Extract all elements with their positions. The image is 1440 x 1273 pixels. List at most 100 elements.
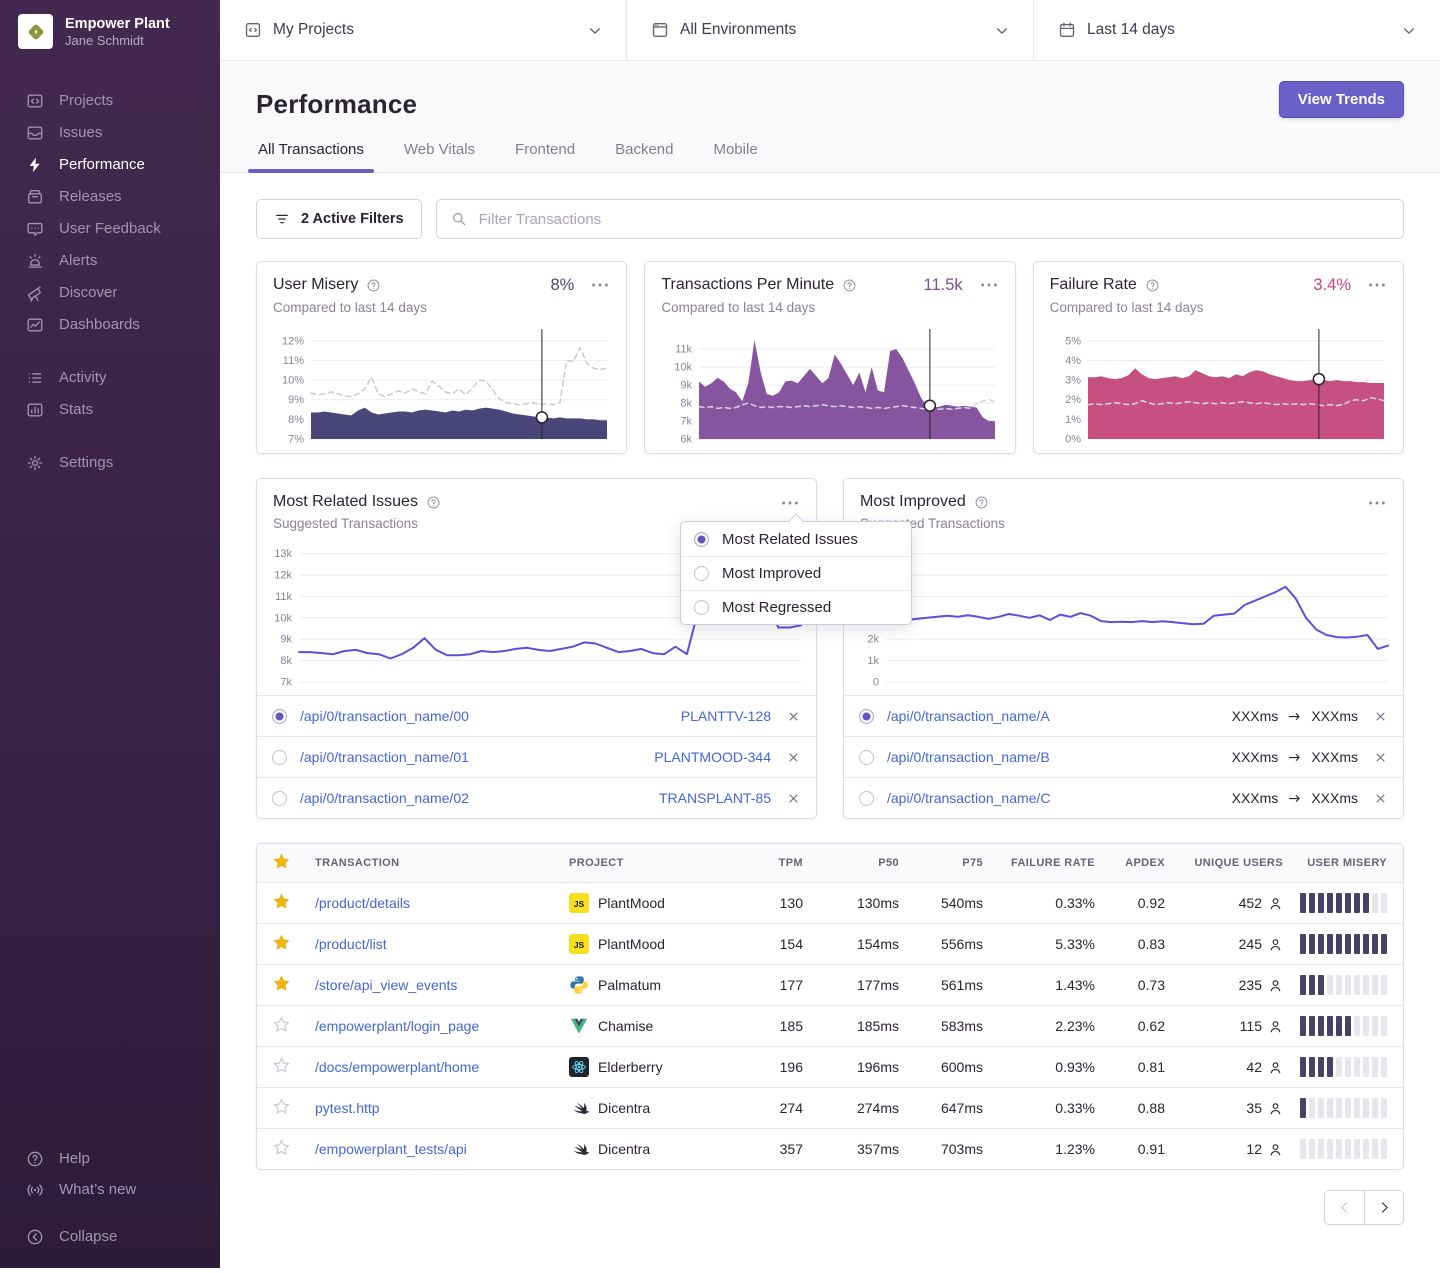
transaction-link[interactable]: /api/0/transaction_name/02 — [300, 790, 469, 806]
star-filled-icon[interactable] — [273, 893, 290, 910]
column-header: Failure Rate — [983, 857, 1095, 869]
transaction-link[interactable]: /api/0/transaction_name/00 — [300, 708, 469, 724]
sidebar-item-whats-new[interactable]: What’s new — [0, 1174, 220, 1205]
dismiss-button[interactable] — [786, 791, 801, 806]
tab-web-vitals[interactable]: Web Vitals — [402, 141, 477, 172]
help-icon[interactable] — [974, 495, 989, 510]
transaction-link[interactable]: /api/0/transaction_name/01 — [300, 749, 469, 765]
date-filter-selector[interactable]: Last 14 days — [1034, 0, 1440, 60]
help-icon[interactable] — [842, 278, 857, 293]
org-switcher[interactable]: Empower Plant Jane Schmidt — [0, 12, 220, 51]
issue-tag-link[interactable]: TRANSPLANT-85 — [659, 790, 771, 806]
star-outline-icon[interactable] — [273, 1139, 290, 1156]
transaction-link[interactable]: /api/0/transaction_name/C — [887, 790, 1050, 806]
star-outline-icon[interactable] — [273, 1016, 290, 1033]
p75-value: 540ms — [899, 895, 983, 911]
sidebar-item-help[interactable]: Help — [0, 1143, 220, 1174]
dashboards-icon — [26, 316, 44, 334]
svg-text:8k: 8k — [280, 655, 292, 667]
sidebar-item-user-feedback[interactable]: User Feedback — [0, 213, 220, 244]
radio-button[interactable] — [859, 791, 874, 806]
radio-button[interactable] — [272, 791, 287, 806]
sidebar-item-projects[interactable]: Projects — [0, 85, 220, 116]
table-row: /store/api_view_events Palmatum 177 177m… — [257, 964, 1403, 1005]
active-filters-button[interactable]: 2 Active Filters — [256, 199, 422, 239]
radio-button[interactable] — [272, 709, 287, 724]
most_improved-chart[interactable]: 2k1k0 — [848, 535, 1391, 687]
radio-button[interactable] — [272, 750, 287, 765]
tab-frontend[interactable]: Frontend — [513, 141, 577, 172]
view-trends-button[interactable]: View Trends — [1279, 81, 1404, 118]
dropdown-option-most-related-issues[interactable]: Most Related Issues — [681, 522, 911, 556]
table-row: pytest.http Dicentra 274 274ms 647ms 0.3… — [257, 1087, 1403, 1128]
star-outline-icon[interactable] — [273, 1057, 290, 1074]
sidebar-item-collapse[interactable]: Collapse — [0, 1221, 220, 1252]
panel-menu-button[interactable] — [1367, 493, 1387, 513]
transaction-link[interactable]: /store/api_view_events — [315, 977, 569, 993]
svg-text:9k: 9k — [681, 380, 693, 392]
dismiss-button[interactable] — [1373, 709, 1388, 724]
question-icon — [426, 495, 441, 510]
user_misery-chart[interactable]: 12%11%10%9%8%7% — [273, 324, 610, 444]
transaction-link[interactable]: /empowerplant/login_page — [315, 1018, 569, 1034]
issue-tag-link[interactable]: PLANTMOOD-344 — [654, 749, 771, 765]
whats-new-icon — [26, 1181, 44, 1199]
tpm-chart[interactable]: 11k10k9k8k7k6k — [661, 324, 998, 444]
card-menu-button[interactable] — [590, 275, 610, 295]
help-icon[interactable] — [1145, 278, 1160, 293]
star-outline-icon[interactable] — [273, 1098, 290, 1115]
sidebar-nav: ProjectsIssuesPerformanceReleasesUser Fe… — [0, 85, 220, 500]
sidebar-item-dashboards[interactable]: Dashboards — [0, 309, 220, 340]
failure_rate-chart[interactable]: 5%4%3%2%1%0% — [1050, 324, 1387, 444]
search-input[interactable] — [477, 210, 1389, 229]
transaction-link[interactable]: /product/details — [315, 895, 569, 911]
tab-backend[interactable]: Backend — [613, 141, 675, 172]
star-column-header — [273, 853, 315, 873]
unique-users-value: 245 — [1239, 936, 1262, 952]
tab-all-transactions[interactable]: All Transactions — [256, 141, 366, 172]
sidebar-item-discover[interactable]: Discover — [0, 277, 220, 308]
sidebar-item-alerts[interactable]: Alerts — [0, 245, 220, 276]
issue-tag-link[interactable]: PLANTTV-128 — [681, 708, 771, 724]
card-menu-button[interactable] — [1367, 275, 1387, 295]
sidebar-item-performance[interactable]: Performance — [0, 149, 220, 180]
transaction-link[interactable]: /docs/empowerplant/home — [315, 1059, 569, 1075]
tab-mobile[interactable]: Mobile — [711, 141, 759, 172]
column-header: Transaction — [315, 857, 569, 869]
help-icon[interactable] — [366, 278, 381, 293]
sidebar-item-releases[interactable]: Releases — [0, 181, 220, 212]
projects-filter-selector[interactable]: My Projects — [220, 0, 627, 60]
next-page-button[interactable] — [1364, 1191, 1403, 1224]
tpm-value: 154 — [741, 936, 803, 952]
help-icon — [26, 1150, 44, 1168]
close-icon — [1373, 709, 1388, 724]
card-menu-button[interactable] — [979, 275, 999, 295]
star-filled-icon[interactable] — [273, 853, 290, 870]
transaction-link[interactable]: /api/0/transaction_name/A — [887, 708, 1050, 724]
dismiss-button[interactable] — [1373, 750, 1388, 765]
star-filled-icon[interactable] — [273, 934, 290, 951]
star-filled-icon[interactable] — [273, 975, 290, 992]
sidebar-item-activity[interactable]: Activity — [0, 362, 220, 393]
dropdown-option-most-regressed[interactable]: Most Regressed — [681, 590, 911, 624]
sidebar-item-label: Alerts — [59, 252, 97, 269]
panel-menu-button[interactable] — [780, 493, 800, 513]
radio-button[interactable] — [859, 750, 874, 765]
dropdown-option-most-improved[interactable]: Most Improved — [681, 556, 911, 590]
transaction-link[interactable]: /api/0/transaction_name/B — [887, 749, 1050, 765]
environments-filter-selector[interactable]: All Environments — [627, 0, 1034, 60]
swift-bird-icon — [569, 1098, 589, 1118]
dismiss-button[interactable] — [786, 750, 801, 765]
sidebar-item-issues[interactable]: Issues — [0, 117, 220, 148]
sidebar-item-stats[interactable]: Stats — [0, 394, 220, 425]
radio-button[interactable] — [859, 709, 874, 724]
user-icon — [1268, 978, 1283, 993]
help-icon[interactable] — [426, 495, 441, 510]
chart-svg: 2k1k0 — [848, 535, 1391, 687]
transaction-link[interactable]: pytest.http — [315, 1100, 569, 1116]
dismiss-button[interactable] — [786, 709, 801, 724]
transaction-link[interactable]: /product/list — [315, 936, 569, 952]
sidebar-item-settings[interactable]: Settings — [0, 447, 220, 478]
dismiss-button[interactable] — [1373, 791, 1388, 806]
transaction-link[interactable]: /empowerplant_tests/api — [315, 1141, 569, 1157]
